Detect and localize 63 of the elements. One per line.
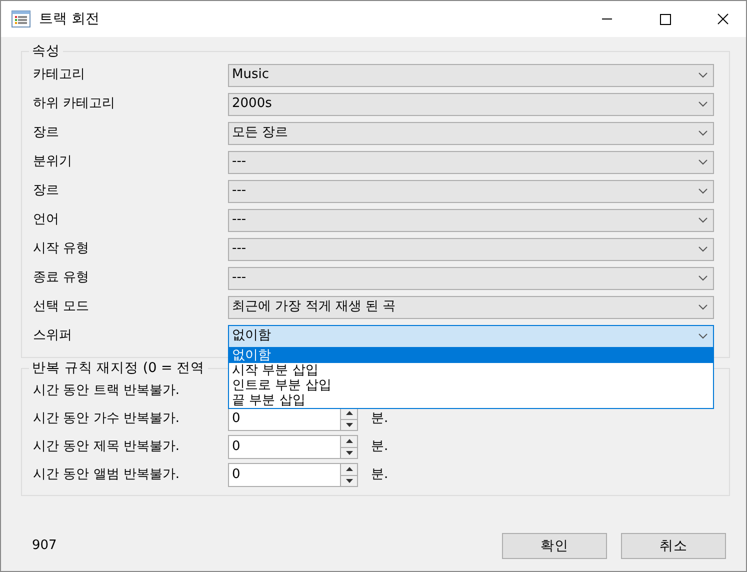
unit-label: 분. [371, 410, 388, 428]
field-label: 카테고리 [33, 66, 86, 84]
up-triangle-icon [346, 467, 352, 472]
field-label: 장르 [33, 124, 60, 142]
dialog-button[interactable]: 확인 [502, 533, 607, 559]
chevron-down-icon [698, 130, 708, 136]
window-title: 트랙 회전 [39, 10, 100, 28]
number-field[interactable]: 0 [228, 435, 340, 459]
spin-up-button[interactable] [340, 435, 358, 448]
dropdown[interactable]: 2000s [228, 92, 714, 116]
spin-up-button[interactable] [340, 463, 358, 476]
chevron-down-icon [698, 159, 708, 165]
dropdown-option[interactable]: 끝 부분 삽입 [229, 392, 713, 408]
dropdown[interactable]: --- [228, 266, 714, 290]
chevron-down-icon [698, 188, 708, 194]
spin-down-button[interactable] [340, 476, 358, 487]
number-field[interactable]: 0 [228, 463, 340, 487]
spin-down-button[interactable] [340, 448, 358, 459]
dropdown[interactable]: 최근에 가장 적게 재생 된 곡 [228, 296, 714, 318]
number-field[interactable]: 0 [228, 407, 340, 431]
down-triangle-icon [346, 478, 352, 483]
status-text: 907 [32, 537, 58, 556]
unit-label: 분. [371, 438, 388, 456]
dropdown[interactable]: --- [228, 180, 714, 202]
group-title: 반복 규칙 재지정 (0 = 전역 [31, 362, 206, 375]
field-label: 하위 카테고리 [33, 95, 116, 114]
field-label: 시간 동안 앨범 반복불가. [33, 466, 181, 484]
up-triangle-icon [346, 439, 352, 444]
field-label: 시작 유형 [33, 240, 90, 258]
dropdown[interactable]: --- [228, 150, 714, 174]
spin-down-button[interactable] [340, 420, 358, 431]
chevron-down-icon [698, 217, 708, 223]
down-triangle-icon [346, 450, 352, 455]
field-label: 언어 [33, 211, 60, 230]
dialog-button[interactable]: 취소 [621, 533, 726, 559]
field-label: 분위기 [33, 153, 73, 172]
dropdown-option[interactable]: 없이함 [229, 348, 713, 362]
chevron-down-icon [698, 333, 708, 339]
chevron-down-icon [698, 304, 708, 310]
field-label: 장르 [33, 182, 60, 200]
dropdown[interactable]: --- [228, 238, 714, 260]
group-title: 속성 [31, 45, 61, 58]
field-label: 시간 동안 트랙 반복불가. [33, 382, 181, 400]
unit-label: 분. [371, 466, 388, 484]
down-triangle-icon [346, 422, 352, 427]
field-label: 시간 동안 제목 반복불가. [33, 438, 181, 456]
chevron-down-icon [698, 246, 708, 252]
field-label: 종료 유형 [33, 269, 90, 288]
field-label: 시간 동안 가수 반복불가. [33, 410, 181, 428]
close-icon [717, 13, 729, 25]
maximize-icon [659, 13, 671, 25]
dropdown[interactable]: --- [228, 208, 714, 232]
chevron-down-icon [698, 101, 708, 107]
chevron-down-icon [698, 275, 708, 281]
dropdown[interactable]: Music [228, 64, 714, 86]
dropdown[interactable]: 모든 장르 [228, 122, 714, 144]
app-icon [11, 9, 31, 29]
field-label: 스위퍼 [33, 327, 73, 346]
up-triangle-icon [346, 411, 352, 416]
chevron-down-icon [698, 72, 708, 78]
field-label: 선택 모드 [33, 298, 90, 316]
dropdown-option[interactable]: 인트로 부분 삽입 [229, 378, 713, 392]
dropdown-option[interactable]: 시작 부분 삽입 [229, 362, 713, 378]
